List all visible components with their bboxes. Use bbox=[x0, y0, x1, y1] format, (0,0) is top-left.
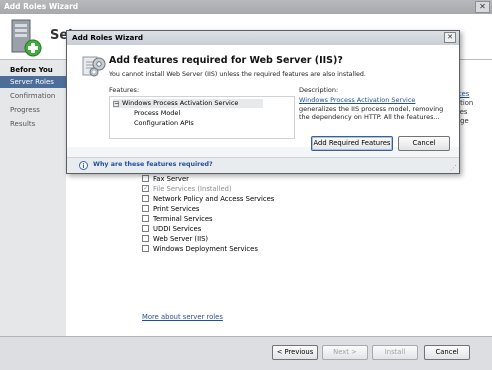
dialog-body: Add features required for Web Server (II… bbox=[67, 45, 459, 147]
features-tree[interactable]: − Windows Process Activation Service Proc… bbox=[109, 96, 295, 139]
nav-item-server-roles[interactable]: Server Roles bbox=[0, 76, 66, 88]
role-checkbox[interactable] bbox=[142, 215, 149, 222]
dialog-title: Add Roles Wizard bbox=[72, 33, 144, 42]
role-item-print-services[interactable]: Print Services bbox=[142, 204, 199, 214]
role-label: Network Policy and Access Services bbox=[153, 195, 275, 203]
add-required-features-button[interactable]: Add Required Features bbox=[311, 136, 393, 151]
description-link[interactable]: Windows Process Activation Service bbox=[299, 96, 415, 104]
dialog-cancel-button[interactable]: Cancel bbox=[398, 136, 450, 151]
next-button[interactable]: Next > bbox=[322, 345, 368, 360]
window-title: Add Roles Wizard bbox=[4, 2, 79, 11]
collapse-toggle-icon[interactable]: − bbox=[113, 101, 119, 107]
role-label: Print Services bbox=[153, 205, 200, 213]
role-checkbox[interactable] bbox=[142, 175, 149, 182]
wizard-footer: < Previous Next > Install Cancel bbox=[0, 336, 492, 370]
nav-item-confirmation[interactable]: Confirmation bbox=[0, 90, 66, 102]
nav-item-before-you-begin[interactable]: Before You Begin bbox=[0, 64, 66, 86]
role-checkbox[interactable] bbox=[142, 205, 149, 212]
dialog-footer: i Why are these features required? ⋰ bbox=[67, 157, 459, 173]
role-item-network-policy[interactable]: Network Policy and Access Services bbox=[142, 194, 274, 204]
role-checkbox[interactable] bbox=[142, 225, 149, 232]
role-item-fax-server[interactable]: Fax Server bbox=[142, 174, 189, 184]
features-gear-icon bbox=[82, 56, 106, 77]
resize-grip-icon[interactable]: ⋰ bbox=[450, 164, 457, 172]
role-item-terminal-services[interactable]: Terminal Services bbox=[142, 214, 213, 224]
role-item-web-server[interactable]: Web Server (IIS) bbox=[142, 234, 208, 244]
features-label: Features: bbox=[109, 86, 140, 94]
add-features-dialog: Add Roles Wizard ✕ Add features required… bbox=[66, 30, 460, 174]
dialog-heading: Add features required for Web Server (II… bbox=[109, 55, 343, 66]
previous-button[interactable]: < Previous bbox=[272, 345, 318, 360]
dialog-title-bar: Add Roles Wizard ✕ bbox=[67, 31, 459, 45]
role-item-file-services[interactable]: File Services (Installed) bbox=[142, 183, 232, 194]
dialog-subtext: You cannot install Web Server (IIS) unle… bbox=[109, 71, 366, 78]
install-button[interactable]: Install bbox=[372, 345, 418, 360]
role-label: Windows Deployment Services bbox=[153, 245, 258, 253]
server-roles-icon bbox=[11, 19, 42, 57]
nav-item-results[interactable]: Results bbox=[0, 118, 66, 130]
role-item-uddi-services[interactable]: UDDI Services bbox=[142, 224, 201, 234]
dialog-close-button[interactable]: ✕ bbox=[444, 32, 456, 43]
window-close-button[interactable]: ✕ bbox=[475, 1, 490, 13]
cancel-button[interactable]: Cancel bbox=[424, 345, 470, 360]
why-features-required-link[interactable]: Why are these features required? bbox=[93, 161, 213, 168]
role-item-windows-deployment[interactable]: Windows Deployment Services bbox=[142, 244, 258, 254]
nav-item-progress[interactable]: Progress bbox=[0, 104, 66, 116]
wizard-nav: Before You Begin Server Roles Confirmati… bbox=[0, 60, 66, 360]
role-label: UDDI Services bbox=[153, 225, 202, 233]
role-label: Web Server (IIS) bbox=[153, 235, 209, 243]
description-text: generalizes the IIS process model, remov… bbox=[299, 105, 444, 121]
role-checkbox[interactable] bbox=[142, 245, 149, 252]
role-checkbox[interactable] bbox=[142, 195, 149, 202]
feature-tree-item-configuration-apis[interactable]: Configuration APIs bbox=[134, 119, 194, 128]
feature-label: Windows Process Activation Service bbox=[122, 99, 239, 107]
more-about-server-roles-link[interactable]: More about server roles bbox=[142, 313, 223, 321]
window-title-bar: Add Roles Wizard ✕ bbox=[0, 0, 492, 14]
feature-tree-item-process-model[interactable]: Process Model bbox=[134, 109, 180, 118]
feature-tree-item-wpas[interactable]: − Windows Process Activation Service bbox=[113, 99, 263, 108]
role-checkbox[interactable] bbox=[142, 183, 149, 193]
role-checkbox[interactable] bbox=[142, 235, 149, 242]
role-label: Fax Server bbox=[153, 175, 189, 183]
info-icon: i bbox=[79, 161, 88, 170]
role-label: File Services (Installed) bbox=[153, 185, 232, 193]
description-label: Description: bbox=[299, 86, 339, 94]
role-label: Terminal Services bbox=[153, 215, 213, 223]
